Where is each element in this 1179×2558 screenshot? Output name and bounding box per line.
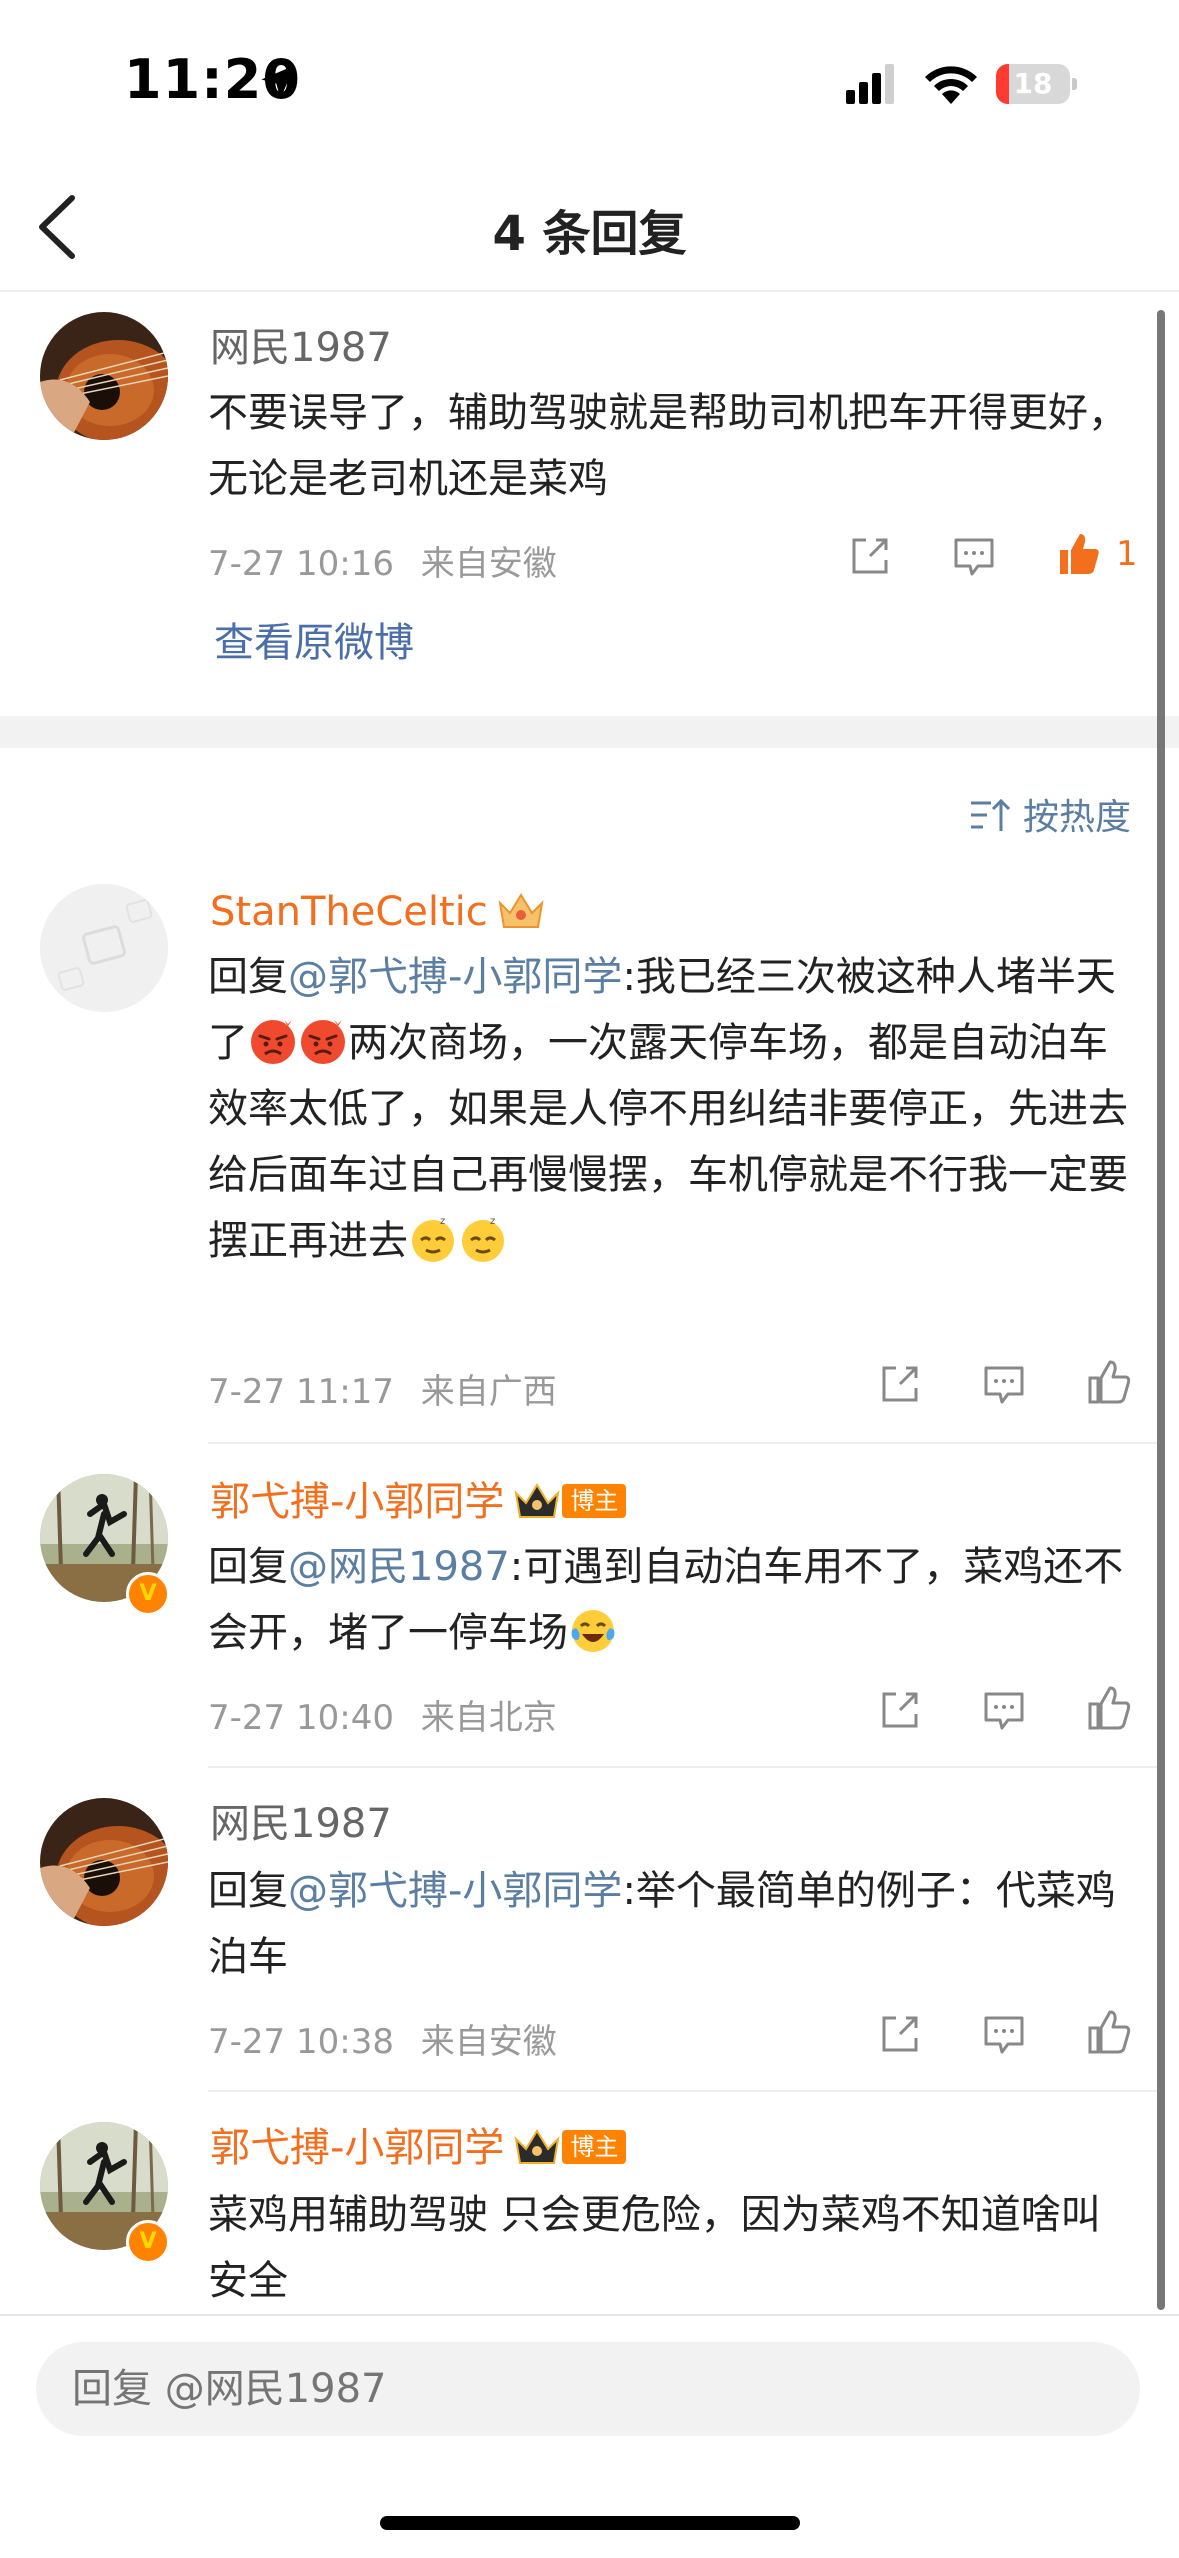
comment-meta: 7-27 10:40 来自北京 — [208, 1690, 557, 1739]
like-icon[interactable] — [1084, 2008, 1132, 2056]
signal-icon — [846, 64, 894, 104]
sort-button[interactable]: 按热度 — [969, 788, 1131, 840]
comment-meta: 7-27 10:38 来自安徽 — [208, 2014, 557, 2063]
comment-time: 7-27 10:38 — [208, 2022, 394, 2062]
avatar[interactable] — [40, 1798, 168, 1926]
comment-icon[interactable] — [980, 2010, 1028, 2058]
comment-location: 来自安徽 — [420, 2022, 557, 2062]
mention-link[interactable]: @郭弋搏-小郭同学 — [288, 954, 622, 1000]
share-icon[interactable] — [876, 1360, 924, 1408]
like-icon[interactable] — [1054, 530, 1102, 578]
username[interactable]: StanTheCeltic — [210, 884, 546, 940]
username[interactable]: 郭弋搏-小郭同学 博主 — [210, 2120, 627, 2176]
section-divider — [0, 716, 1179, 748]
comment-location: 来自广西 — [420, 1372, 557, 1412]
crown-icon — [514, 1483, 560, 1518]
reply-item: V 郭弋搏-小郭同学 博主 菜鸡用辅助驾驶 只会更危险，因为菜鸡不知道啥叫安全 — [0, 2092, 1160, 2312]
crown-icon — [514, 2129, 560, 2164]
reply-bar — [0, 2314, 1179, 2558]
crown-icon — [498, 893, 544, 928]
verified-badge-icon: V — [126, 2220, 170, 2264]
location-arrow-icon — [261, 65, 295, 99]
comment-time: 7-27 11:17 — [208, 1372, 394, 1412]
blogger-tag: 博主 — [562, 2130, 627, 2164]
mention-link[interactable]: @网民1987 — [288, 1544, 510, 1590]
wifi-icon — [925, 66, 977, 104]
comment-icon[interactable] — [980, 1686, 1028, 1734]
svg-text:z: z — [440, 1216, 445, 1227]
username[interactable]: 网民1987 — [210, 1796, 392, 1852]
comment-meta: 7-27 10:16 来自安徽 — [208, 536, 557, 585]
comment-meta: 7-27 11:17 来自广西 — [208, 1364, 557, 1413]
avatar[interactable] — [40, 884, 168, 1012]
like-icon[interactable] — [1084, 1358, 1132, 1406]
reply-prefix: 回复 — [208, 1868, 288, 1914]
battery-icon: 18 — [996, 64, 1077, 104]
comment-time: 7-27 10:40 — [208, 1698, 394, 1738]
sort-icon — [970, 798, 1011, 831]
reply-item: V 郭弋搏-小郭同学 博主 回复@网民1987:可遇到自动泊车用不了，菜鸡还不会… — [0, 1444, 1160, 1768]
battery-level: 18 — [1013, 67, 1053, 100]
comment-text: 菜鸡用辅助驾驶 只会更危险，因为菜鸡不知道啥叫安全 — [208, 2192, 1101, 2304]
share-icon[interactable] — [876, 1686, 924, 1734]
reply-prefix: 回复 — [208, 954, 288, 1000]
username-text: 郭弋搏-小郭同学 — [210, 2125, 505, 2171]
reply-item: StanTheCeltic 回复@郭弋搏-小郭同学:我已经三次被这种人堵半天了 … — [0, 870, 1160, 1444]
like-icon[interactable] — [1084, 1684, 1132, 1732]
view-original-link[interactable]: 查看原微博 — [214, 610, 414, 668]
mention-link[interactable]: @郭弋搏-小郭同学 — [288, 1868, 622, 1914]
reply-item: 网民1987 回复@郭弋搏-小郭同学:举个最简单的例子：代菜鸡泊车 7-27 1… — [0, 1768, 1160, 2092]
reply-input[interactable] — [36, 2342, 1140, 2436]
username-text: StanTheCeltic — [210, 889, 488, 935]
comment-text: 不要误导了，辅助驾驶就是帮助司机把车开得更好，无论是老司机还是菜鸡 — [208, 390, 1128, 502]
sleepy-face-emoji: z — [412, 1216, 454, 1262]
comment-icon[interactable] — [980, 1360, 1028, 1408]
comment-icon[interactable] — [950, 532, 998, 580]
comment-location: 来自安徽 — [420, 544, 557, 584]
root-comment: 网民1987 不要误导了，辅助驾驶就是帮助司机把车开得更好，无论是老司机还是菜鸡… — [0, 300, 1160, 700]
svg-text:z: z — [490, 1216, 495, 1227]
sort-label: 按热度 — [1022, 797, 1131, 838]
comment-location: 来自北京 — [420, 1698, 557, 1738]
share-icon[interactable] — [876, 2010, 924, 2058]
username-text: 郭弋搏-小郭同学 — [210, 1479, 505, 1525]
home-indicator — [380, 2516, 800, 2530]
angry-face-emoji — [251, 1020, 295, 1064]
comment-text: 回复@郭弋搏-小郭同学:我已经三次被这种人堵半天了 两次商场，一次露天停车场，都… — [208, 944, 1138, 1274]
laughing-tears-emoji — [571, 1610, 615, 1652]
scrollbar[interactable] — [1157, 310, 1165, 2310]
comment-text: 回复@网民1987:可遇到自动泊车用不了，菜鸡还不会开，堵了一停车场 — [208, 1534, 1138, 1666]
username[interactable]: 网民1987 — [210, 320, 392, 376]
comment-text: 回复@郭弋搏-小郭同学:举个最简单的例子：代菜鸡泊车 — [208, 1858, 1138, 1990]
angry-face-emoji — [301, 1020, 345, 1064]
share-icon[interactable] — [846, 532, 894, 580]
reply-prefix: 回复 — [208, 1544, 288, 1590]
blogger-tag: 博主 — [562, 1484, 627, 1518]
like-count: 1 — [1116, 534, 1138, 574]
comment-time: 7-27 10:16 — [208, 544, 394, 584]
status-bar: 11:20 18 — [0, 0, 1179, 150]
page-title: 4 条回复 — [492, 206, 687, 262]
nav-bar: 4 条回复 — [0, 150, 1179, 292]
verified-badge-icon: V — [126, 1572, 170, 1616]
sleepy-face-emoji: z — [462, 1216, 504, 1262]
avatar[interactable] — [40, 312, 168, 440]
username[interactable]: 郭弋搏-小郭同学 博主 — [210, 1474, 627, 1530]
